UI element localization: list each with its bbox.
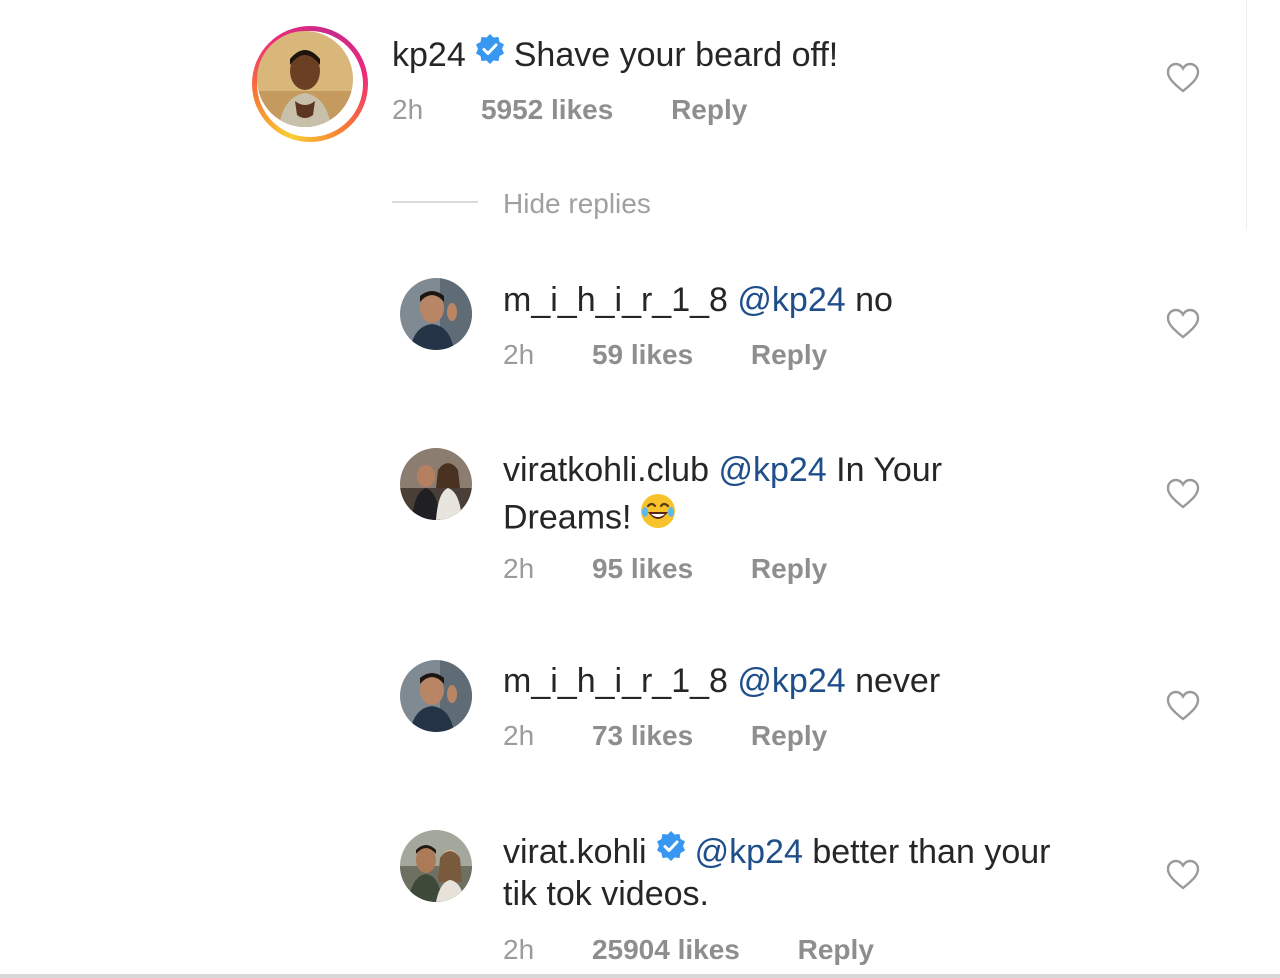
avatar-m_i_h_i_r_1_8[interactable] (400, 278, 472, 350)
likes-count[interactable]: 95 likes (592, 553, 693, 584)
heart-icon[interactable] (1166, 859, 1200, 891)
panel-divider (1246, 0, 1247, 230)
comment-text-line: kp24 Shave your beard off! (392, 32, 838, 82)
comment-meta: 2h 59 likes Reply (503, 337, 827, 373)
comment-body: no (855, 281, 893, 319)
comment-time: 2h (503, 339, 535, 370)
comment-meta: 2h 73 likes Reply (503, 718, 827, 754)
comment-text-line-2: tik tok videos. (503, 872, 709, 916)
comment-body: never (855, 662, 941, 700)
username[interactable]: viratkohli.club (503, 451, 709, 489)
comment-meta: 2h 25904 likes Reply (503, 932, 874, 968)
avatar-viratkohli-club[interactable] (400, 448, 472, 520)
laughing-emoji-icon (639, 492, 677, 541)
mention-link[interactable]: @kp24 (718, 451, 826, 489)
avatar-story-ring[interactable] (252, 26, 368, 142)
mention-link[interactable]: @kp24 (737, 662, 845, 700)
comment-body: In Your (836, 451, 943, 489)
comment-time: 2h (392, 94, 424, 125)
username[interactable]: virat.kohli (503, 833, 647, 871)
likes-count[interactable]: 25904 likes (592, 934, 740, 965)
reply-button[interactable]: Reply (751, 553, 827, 584)
mention-link[interactable]: @kp24 (695, 833, 803, 871)
comment-text-line: m_i_h_i_r_1_8 @kp24 never (503, 659, 940, 703)
likes-count[interactable]: 5952 likes (481, 94, 613, 125)
username[interactable]: kp24 (392, 36, 466, 74)
comment-text-line: viratkohli.club @kp24 In Your (503, 448, 942, 492)
heart-icon[interactable] (1166, 478, 1200, 510)
verified-badge-icon (474, 32, 506, 76)
comment-time: 2h (503, 720, 535, 751)
avatar-m_i_h_i_r_1_8[interactable] (400, 660, 472, 732)
comment-text-line-2: Dreams! (503, 492, 677, 547)
comment-body: Shave your beard off! (513, 35, 839, 74)
heart-icon[interactable] (1166, 690, 1200, 722)
likes-count[interactable]: 59 likes (592, 339, 693, 370)
verified-badge-icon (655, 829, 687, 873)
comment-time: 2h (503, 934, 535, 965)
reply-button[interactable]: Reply (751, 720, 827, 751)
comment-body: tik tok videos. (503, 875, 709, 913)
reply-button[interactable]: Reply (751, 339, 827, 370)
hide-replies-line (392, 201, 478, 203)
comment-meta: 2h 5952 likes Reply (392, 92, 747, 128)
comment-text-line: m_i_h_i_r_1_8 @kp24 no (503, 278, 893, 322)
comments-thread: kp24 Shave your beard off! 2h 5952 likes … (0, 0, 1280, 978)
comment-body: better than your (812, 832, 1051, 871)
username[interactable]: m_i_h_i_r_1_8 (503, 281, 728, 319)
username[interactable]: m_i_h_i_r_1_8 (503, 662, 728, 700)
comment-meta: 2h 95 likes Reply (503, 551, 827, 587)
heart-icon[interactable] (1166, 62, 1200, 94)
hide-replies-button[interactable]: Hide replies (503, 186, 651, 222)
comment-body: Dreams! (503, 498, 632, 537)
scrollbar-strip (0, 974, 1280, 978)
mention-link[interactable]: @kp24 (737, 281, 845, 319)
avatar-kp24 (257, 31, 353, 127)
comment-time: 2h (503, 553, 535, 584)
avatar-virat-kohli[interactable] (400, 830, 472, 902)
reply-button[interactable]: Reply (671, 94, 747, 125)
reply-button[interactable]: Reply (798, 934, 874, 965)
likes-count[interactable]: 73 likes (592, 720, 693, 751)
heart-icon[interactable] (1166, 308, 1200, 340)
